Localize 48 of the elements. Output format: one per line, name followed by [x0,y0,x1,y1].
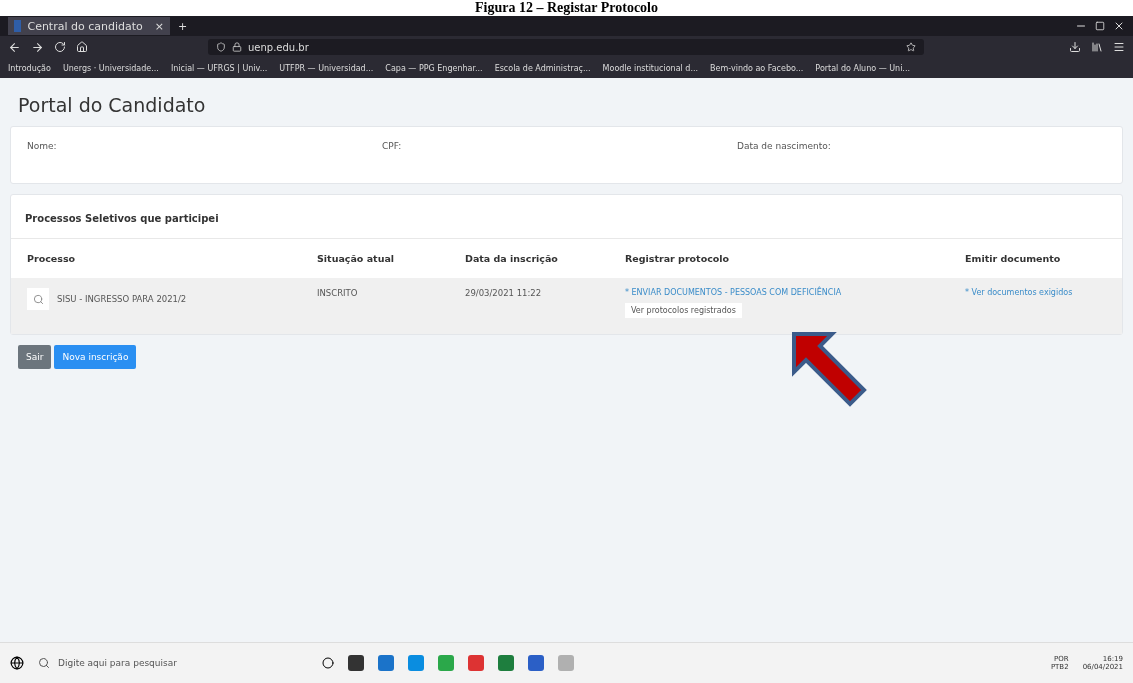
table-cell: SISU - INGRESSO PARA 2021/2 [57,294,187,304]
bookmark-item[interactable]: UTFPR — Universidad... [279,63,374,73]
star-icon[interactable] [906,42,916,52]
new-tab-button[interactable]: + [178,19,188,33]
taskbar-app-icon[interactable] [348,655,364,671]
reload-icon[interactable] [54,41,66,53]
shield-icon [216,42,226,52]
figure-caption: Figura 12 – Registar Protocolo [475,0,658,16]
taskbar-search[interactable]: Digite aqui para pesquisar [38,650,308,676]
table-cell: INSCRITO [317,288,358,298]
search-button[interactable] [27,288,49,310]
bookmark-item[interactable]: Capa — PPG Engenhar... [385,63,483,73]
lock-icon [232,42,242,52]
maximize-icon[interactable] [1095,21,1105,31]
column-header: Situação atual [316,252,396,266]
field-label: Data de nascimento: [737,141,832,151]
download-icon[interactable] [1069,41,1081,53]
bookmark-item[interactable]: Escola de Administraç... [494,63,591,73]
table-cell: 29/03/2021 11:22 [465,288,542,298]
bookmark-item[interactable]: Moodle institucional d... [602,63,699,73]
protocols-button[interactable]: Ver protocolos registrados [625,303,742,318]
back-icon[interactable] [8,40,21,54]
menu-icon[interactable] [1113,41,1125,53]
bookmark-item[interactable]: Introdução [8,63,51,73]
field-label: CPF: [382,141,403,151]
bookmark-item[interactable]: Unergs · Universidade... [62,63,159,73]
bookmark-item[interactable]: Bem-vindo ao Facebo... [710,63,804,73]
favicon-icon [14,20,22,32]
column-header: Registrar protocolo [624,252,731,266]
column-header: Emitir documento [964,252,1062,266]
column-header: Data da inscrição [464,252,559,266]
field-label: Nome: [27,141,58,151]
bookmark-item[interactable]: Inicial — UFRGS | Univ... [170,63,268,73]
search-icon [38,657,50,669]
browser-tab[interactable]: Central do candidato × [8,17,170,35]
column-header: Processo [26,252,77,266]
home-icon[interactable] [76,41,88,53]
close-icon[interactable] [1113,20,1125,32]
address-bar[interactable]: uenp.edu.br [208,39,924,55]
library-icon[interactable] [1091,41,1103,53]
tab-close[interactable]: × [154,19,164,33]
forward-icon[interactable] [31,40,44,54]
bookmark-item[interactable]: Portal do Aluno — Uni... [815,63,910,73]
page-title: Portal do Candidato [18,94,207,116]
search-icon [32,293,44,305]
section-title: Processos Seletivos que participei [25,213,219,224]
circle-icon[interactable] [322,657,334,669]
action-button[interactable]: Sair [18,345,52,369]
